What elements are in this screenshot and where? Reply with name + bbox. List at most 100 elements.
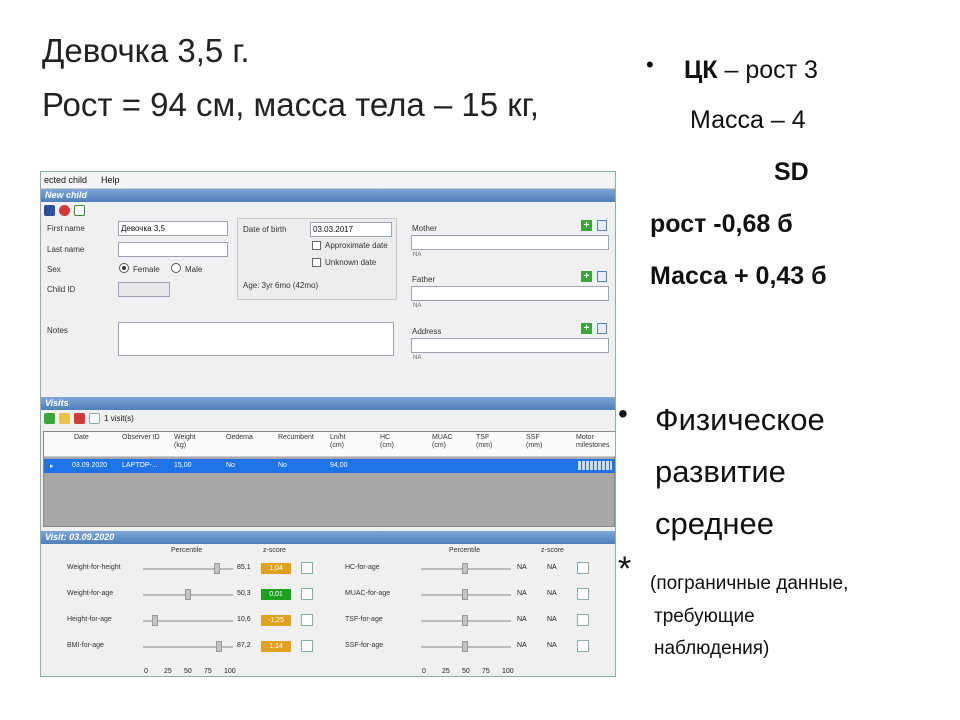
percentile-thumb[interactable] (214, 563, 221, 574)
slide-title: Девочка 3,5 г. Рост = 94 см, масса тела … (42, 24, 539, 132)
growth-chart-icon[interactable] (577, 588, 589, 600)
dob-label: Date of birth (243, 225, 287, 234)
col-oedema[interactable]: Oedema (226, 434, 253, 442)
note-line-3: наблюдения) (654, 638, 770, 659)
zscore-value: NA (547, 642, 557, 649)
new-child-header: New child (41, 189, 615, 202)
asterisk: * (618, 550, 632, 588)
col-weight[interactable]: Weight (kg) (174, 434, 204, 450)
approx-date-checkbox[interactable] (312, 241, 321, 250)
mother-edit-icon[interactable] (597, 220, 607, 231)
indicator-label: Weight-for-height (67, 564, 121, 571)
child-id-stepper[interactable] (118, 282, 170, 297)
father-group: Father + NA (407, 269, 613, 315)
phys-line-2: развитие (655, 454, 786, 489)
sex-label: Sex (47, 265, 61, 274)
percentile-thumb[interactable] (462, 589, 468, 600)
scale-tick-left: 0 (144, 668, 148, 675)
father-edit-icon[interactable] (597, 271, 607, 282)
phys-line-1: Физическое (655, 402, 825, 437)
col-date[interactable]: Date (74, 434, 89, 442)
age-text: Age: 3yr 6mo (42mo) (243, 281, 319, 290)
first-name-input[interactable]: Девочка 3,5 (118, 221, 228, 236)
menu-selected-child[interactable]: ected child (44, 175, 87, 185)
father-label: Father (412, 275, 436, 284)
cancel-icon[interactable] (59, 204, 70, 216)
mother-select[interactable] (411, 235, 609, 250)
female-radio[interactable] (119, 263, 129, 273)
col-tsf[interactable]: TSF (mm) (476, 434, 502, 450)
title-line-2: Рост = 94 см, масса тела – 15 кг, (42, 86, 539, 123)
cell-lnht: 94,00 (330, 462, 348, 469)
save-icon[interactable] (44, 204, 55, 216)
add-mother-icon[interactable]: + (581, 220, 592, 231)
percentile-thumb[interactable] (462, 615, 468, 626)
scale-tick-left: 25 (164, 668, 172, 675)
dob-group: Date of birth 03.03.2017 Approximate dat… (237, 218, 397, 300)
address-group: Address + NA (407, 321, 613, 367)
chart-icon[interactable] (89, 412, 100, 424)
cell-recumbent: No (278, 462, 287, 469)
add-address-icon[interactable]: + (581, 323, 592, 334)
percentile-value: NA (517, 616, 527, 623)
col-hc[interactable]: HC (cm) (380, 434, 404, 450)
growth-chart-icon[interactable] (301, 588, 313, 600)
percentile-thumb[interactable] (216, 641, 223, 652)
growth-chart-icon[interactable] (301, 614, 313, 626)
scale-tick-right: 0 (422, 668, 426, 675)
unknown-date-checkbox[interactable] (312, 258, 321, 267)
percentile-thumb[interactable] (151, 615, 158, 626)
child-toolbar (41, 202, 615, 218)
father-select[interactable] (411, 286, 609, 301)
scale-tick-left: 100 (224, 668, 236, 675)
height-sd: рост -0,68 б (650, 210, 793, 238)
last-name-input[interactable] (118, 242, 228, 257)
scale-tick-right: 50 (462, 668, 470, 675)
delete-visit-icon[interactable] (74, 412, 85, 424)
scale-tick-left: 50 (184, 668, 192, 675)
export-icon[interactable] (74, 204, 85, 216)
percentile-thumb[interactable] (462, 641, 468, 652)
percentile-value: NA (517, 590, 527, 597)
add-visit-icon[interactable] (44, 412, 55, 424)
open-visit-icon[interactable] (59, 412, 70, 424)
percentile-value: NA (517, 564, 527, 571)
col-motor[interactable]: Motor milestones (576, 434, 615, 450)
percentile-value: 85,1 (237, 564, 251, 571)
col-lnht[interactable]: Ln/ht (cm) (330, 434, 360, 450)
scale-tick-left: 75 (204, 668, 212, 675)
address-label: Address (412, 327, 442, 336)
col-observer[interactable]: Observer ID (122, 434, 162, 442)
notes-textarea[interactable] (118, 322, 394, 356)
growth-chart-icon[interactable] (577, 614, 589, 626)
phys-line-3: среднее (655, 506, 774, 541)
growth-chart-icon[interactable] (301, 562, 313, 574)
growth-chart-icon[interactable] (301, 640, 313, 652)
zscore-header-right: z-score (541, 547, 564, 554)
col-muac[interactable]: MUAC (cm) (432, 434, 462, 450)
male-radio[interactable] (171, 263, 181, 273)
add-father-icon[interactable]: + (581, 271, 592, 282)
growth-chart-icon[interactable] (577, 640, 589, 652)
percentile-thumb[interactable] (185, 589, 192, 600)
menu-help[interactable]: Help (101, 175, 120, 185)
col-ssf[interactable]: SSF (mm) (526, 434, 552, 450)
first-name-label: First name (47, 224, 85, 233)
mother-group: Mother + NA (407, 218, 613, 264)
row-arrow-icon: ▸ (50, 463, 54, 470)
percentile-thumb[interactable] (462, 563, 468, 574)
dob-input[interactable]: 03.03.2017 (310, 222, 392, 237)
percentile-header-left: Percentile (171, 547, 203, 554)
mass-sd: Масса + 0,43 б (650, 262, 827, 290)
ck-rest: – рост 3 (717, 56, 818, 84)
scale-tick-right: 100 (502, 668, 514, 675)
address-edit-icon[interactable] (597, 323, 607, 334)
growth-chart-icon[interactable] (577, 562, 589, 574)
table-row[interactable]: ▸ 03.09.2020 LAPTOP-... 15,00 No No 94,0… (44, 459, 615, 473)
address-select[interactable] (411, 338, 609, 353)
visits-header: Visits (41, 397, 615, 410)
visits-section: Visits 1 visit(s) (41, 397, 615, 426)
percentile-value: 87,2 (237, 642, 251, 649)
indicator-label: Height-for-age (67, 616, 112, 623)
col-recumbent[interactable]: Recumbent (278, 434, 314, 442)
